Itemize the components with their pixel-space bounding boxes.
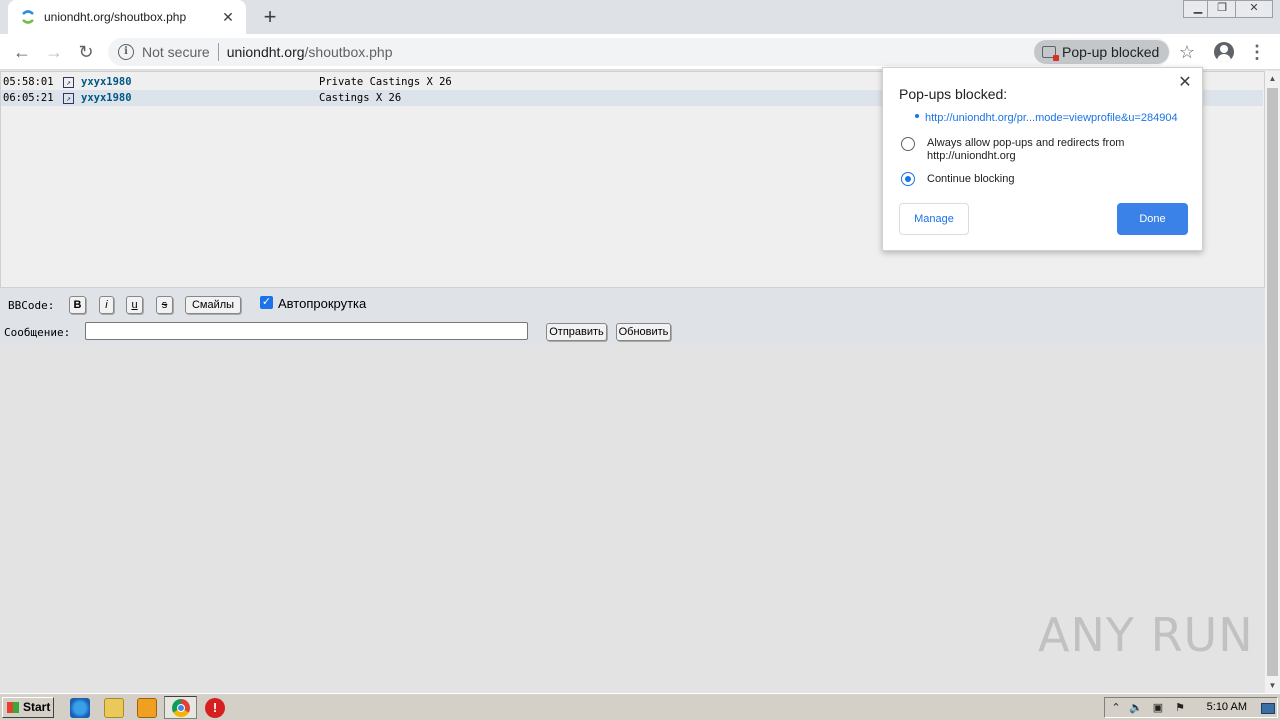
bookmark-star-icon[interactable]: ☆ xyxy=(1176,40,1198,64)
profile-avatar-icon[interactable] xyxy=(1214,42,1234,62)
network-icon[interactable]: ▣ xyxy=(1151,701,1165,715)
shout-controls: BBCode: B i u s Смайлы ✓ Автопрокрутка С… xyxy=(0,288,1265,344)
bullet-icon xyxy=(915,114,919,118)
reply-arrow-icon[interactable]: ↗ xyxy=(63,77,74,88)
clock[interactable]: 5:10 AM xyxy=(1207,701,1247,713)
shout-message: Castings X 26 xyxy=(319,92,402,104)
tab-title: uniondht.org/shoutbox.php xyxy=(44,10,187,24)
scroll-up-icon[interactable]: ▲ xyxy=(1265,71,1280,86)
window-close-button[interactable]: ✕ xyxy=(1235,0,1273,18)
shout-user[interactable]: yxyx1980 xyxy=(81,90,132,106)
strike-button[interactable]: s xyxy=(156,296,173,314)
italic-button[interactable]: i xyxy=(99,296,114,314)
bold-button[interactable]: B xyxy=(69,296,86,314)
window-restore-button[interactable]: ❐ xyxy=(1207,0,1237,18)
url-text[interactable]: uniondht.org/shoutbox.php xyxy=(227,44,393,60)
omnibox-separator xyxy=(217,43,219,61)
chrome-taskbar-button[interactable] xyxy=(164,696,197,719)
system-tray: ⌃ 🔈 ▣ ⚑ 5:10 AM xyxy=(1104,697,1278,718)
internet-explorer-icon[interactable] xyxy=(70,698,90,718)
autoscroll-label: Автопрокрутка xyxy=(278,296,367,311)
tab-strip: uniondht.org/shoutbox.php ✕ + ▁ ❐ ✕ xyxy=(0,0,1280,34)
url-host: uniondht.org xyxy=(226,44,305,60)
scrollbar-thumb[interactable] xyxy=(1267,88,1278,676)
chrome-icon xyxy=(172,699,190,717)
scroll-down-icon[interactable]: ▼ xyxy=(1265,678,1280,693)
popup-blocked-chip[interactable]: Pop-up blocked xyxy=(1034,40,1170,64)
message-label: Сообщение: xyxy=(4,326,71,339)
action-center-flag-icon[interactable]: ⚑ xyxy=(1173,701,1187,715)
allow-popups-label[interactable]: Always allow pop-ups and redirects from … xyxy=(927,137,1187,163)
blocked-popup-link[interactable]: http://uniondht.org/pr...mode=viewprofil… xyxy=(925,112,1178,124)
show-desktop-icon[interactable] xyxy=(1261,703,1275,714)
start-label: Start xyxy=(23,700,51,714)
tab-close-icon[interactable]: ✕ xyxy=(220,9,236,25)
done-button[interactable]: Done xyxy=(1117,203,1188,235)
windows-taskbar: Start ! ⌃ 🔈 ▣ ⚑ 5:10 AM xyxy=(0,693,1280,720)
send-button[interactable]: Отправить xyxy=(546,323,607,341)
security-label[interactable]: Not secure xyxy=(142,44,210,60)
browser-tab[interactable]: uniondht.org/shoutbox.php ✕ xyxy=(8,0,246,34)
reload-icon[interactable]: ↻ xyxy=(74,40,98,64)
popups-blocked-bubble: Pop-ups blocked: ✕ http://uniondht.org/p… xyxy=(882,67,1203,251)
continue-blocking-radio[interactable] xyxy=(901,172,915,186)
continue-blocking-label[interactable]: Continue blocking xyxy=(927,173,1187,186)
shout-user[interactable]: yxyx1980 xyxy=(81,74,132,90)
tray-expand-icon[interactable]: ⌃ xyxy=(1109,701,1123,715)
shout-time: 05:58:01 xyxy=(3,76,54,88)
browser-menu-icon[interactable]: ⋮ xyxy=(1248,40,1266,64)
bubble-title: Pop-ups blocked: xyxy=(899,86,1008,102)
page-scrollbar[interactable]: ▲ ▼ xyxy=(1265,71,1280,693)
browser-toolbar: ← → ↻ i Not secure uniondht.org/shoutbox… xyxy=(0,34,1280,70)
smileys-button[interactable]: Смайлы xyxy=(185,296,241,314)
allow-popups-radio[interactable] xyxy=(901,137,915,151)
new-tab-button[interactable]: + xyxy=(258,6,282,30)
message-input[interactable] xyxy=(85,322,528,340)
popup-blocked-icon xyxy=(1042,46,1059,61)
file-explorer-icon[interactable] xyxy=(104,698,124,718)
reply-arrow-icon[interactable]: ↗ xyxy=(63,93,74,104)
info-icon[interactable]: i xyxy=(118,44,134,60)
alert-app-icon[interactable]: ! xyxy=(205,698,225,718)
back-arrow-icon[interactable]: ← xyxy=(10,40,34,64)
autoscroll-checkbox[interactable]: ✓ xyxy=(260,296,273,309)
popup-chip-label: Pop-up blocked xyxy=(1062,44,1160,60)
forward-arrow-icon[interactable]: → xyxy=(42,40,66,64)
omnibox[interactable]: i Not secure uniondht.org/shoutbox.php P… xyxy=(108,38,1170,66)
start-button[interactable]: Start xyxy=(2,697,54,718)
url-path: /shoutbox.php xyxy=(304,44,393,60)
manage-button[interactable]: Manage xyxy=(899,203,969,235)
site-favicon-icon xyxy=(22,10,34,24)
underline-button[interactable]: u xyxy=(126,296,143,314)
media-player-icon[interactable] xyxy=(137,698,157,718)
windows-flag-icon xyxy=(7,702,19,713)
shout-time: 06:05:21 xyxy=(3,92,54,104)
shout-message: Private Castings X 26 xyxy=(319,76,452,88)
volume-icon[interactable]: 🔈 xyxy=(1129,701,1143,715)
bubble-close-icon[interactable]: ✕ xyxy=(1176,74,1194,92)
anyrun-watermark: ANY RUN xyxy=(1038,608,1254,662)
bbcode-label: BBCode: xyxy=(8,299,55,312)
refresh-button[interactable]: Обновить xyxy=(616,323,671,341)
